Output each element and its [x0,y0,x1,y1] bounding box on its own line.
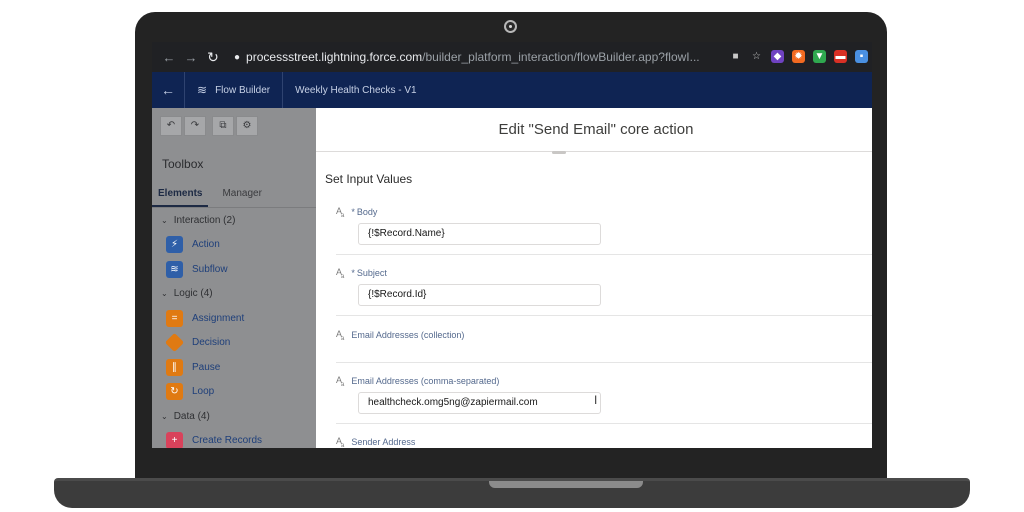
edit-action-modal: Edit "Send Email" core action Set Input … [316,108,872,448]
field-sender-address[interactable]: Aa Sender Address [336,436,872,448]
camera-extension-icon[interactable]: ■ [729,50,742,63]
field-label: Sender Address [351,437,416,448]
field-divider [336,254,872,255]
flow-title: Weekly Health Checks - V1 [295,84,417,96]
create-records-icon: + [166,432,183,448]
section-data[interactable]: ⌄ Data (4) [152,404,316,429]
lightning-icon: ⚡ [166,236,183,254]
flow-icon: ≋ [197,83,208,97]
tab-manager[interactable]: Manager [216,180,267,207]
extension-blue-icon[interactable]: ▪ [855,50,868,63]
laptop-base [54,478,970,508]
text-type-icon: Aa [336,329,345,342]
app-switcher[interactable]: ≋ Flow Builder [185,83,282,97]
extension-red-icon[interactable]: ▬ [834,50,847,63]
camera-icon [504,20,517,33]
undo-icon[interactable]: ↶ [160,116,182,136]
element-decision[interactable]: Decision [152,331,316,356]
chevron-down-icon: ⌄ [161,289,168,299]
extension-gear-icon[interactable]: ✹ [792,50,805,63]
field-email-collection[interactable]: Aa Email Addresses (collection) [336,329,872,342]
chevron-down-icon: ⌄ [161,215,168,225]
toolbox-tools: ↶ ↷ ⧉ ⚙ [160,116,258,136]
url-host: processstreet.lightning.force.com [246,50,423,64]
url-path: /builder_platform_interaction/flowBuilde… [422,50,700,64]
element-create-records[interactable]: + Create Records [152,429,316,448]
email-addresses-input[interactable] [358,391,601,414]
star-icon[interactable]: ☆ [750,50,763,63]
redo-icon[interactable]: ↷ [184,116,206,136]
element-action[interactable]: ⚡ Action [152,233,316,258]
forward-arrow-icon[interactable]: → [180,50,202,65]
field-label: Body [356,207,378,218]
app-name: Flow Builder [215,84,271,96]
extension-shield-icon[interactable]: ▼ [813,50,826,63]
extension-icons: ■ ☆ ◆ ✹ ▼ ▬ ▪ [729,50,868,63]
tab-elements[interactable]: Elements [152,180,209,207]
text-type-icon: Aa [336,436,345,448]
field-label: Email Addresses (collection) [351,330,465,341]
scroll-indicator [552,151,566,154]
field-divider [336,362,872,363]
required-marker: * [351,207,355,218]
app-header: ← ≋ Flow Builder Weekly Health Checks - … [152,72,872,108]
toolbox-element-list: ⌄ Interaction (2) ⚡ Action ≋ Subflow ⌄ Logic… [152,208,316,448]
required-marker: * [351,268,355,279]
text-type-icon: Aa [336,267,345,280]
section-logic[interactable]: ⌄ Logic (4) [152,282,316,307]
toolbox-tabs: Elements Manager [152,180,316,208]
field-label: Email Addresses (comma-separated) [351,376,500,387]
address-bar[interactable]: processstreet.lightning.force.com/builde… [246,50,704,64]
browser-toolbar: ← → ↻ ● processstreet.lightning.force.co… [152,42,872,72]
element-loop[interactable]: ↻ Loop [152,380,316,405]
settings-icon[interactable]: ⚙ [236,116,258,136]
field-divider [336,315,872,316]
element-assignment[interactable]: = Assignment [152,306,316,331]
field-subject: Aa * Subject [336,267,872,306]
loop-icon: ↻ [166,383,183,401]
decision-icon [164,333,185,353]
modal-title: Edit "Send Email" core action [316,108,872,152]
field-email-comma: Aa Email Addresses (comma-separated) I [336,375,872,414]
subject-input[interactable] [358,283,601,306]
copy-icon[interactable]: ⧉ [212,116,234,136]
screen: ← → ↻ ● processstreet.lightning.force.co… [152,42,872,448]
email-input-wrap: I [336,388,872,414]
subflow-icon: ≋ [166,260,183,278]
element-subflow[interactable]: ≋ Subflow [152,257,316,282]
field-body: Aa * Body [336,206,872,245]
pause-icon: ∥ [166,358,183,376]
text-cursor-icon: I [594,392,598,407]
field-divider [336,423,872,424]
toolbox-title: Toolbox [162,157,204,171]
element-pause[interactable]: ∥ Pause [152,355,316,380]
laptop-notch [489,481,643,488]
text-type-icon: Aa [336,206,345,219]
text-type-icon: Aa [336,375,345,388]
section-title: Set Input Values [325,172,413,186]
assignment-icon: = [166,309,183,327]
back-arrow-icon[interactable]: ← [158,50,180,65]
reload-icon[interactable]: ↻ [202,49,224,66]
extension-purple-icon[interactable]: ◆ [771,50,784,63]
section-interaction[interactable]: ⌄ Interaction (2) [152,208,316,233]
field-label: Subject [356,268,387,279]
chevron-down-icon: ⌄ [161,411,168,421]
back-icon[interactable]: ← [152,82,184,98]
body-input[interactable] [358,222,601,245]
toolbox-panel: ↶ ↷ ⧉ ⚙ Toolbox Elements Manager ⌄ Intera… [152,108,316,448]
lock-icon: ● [234,51,241,63]
